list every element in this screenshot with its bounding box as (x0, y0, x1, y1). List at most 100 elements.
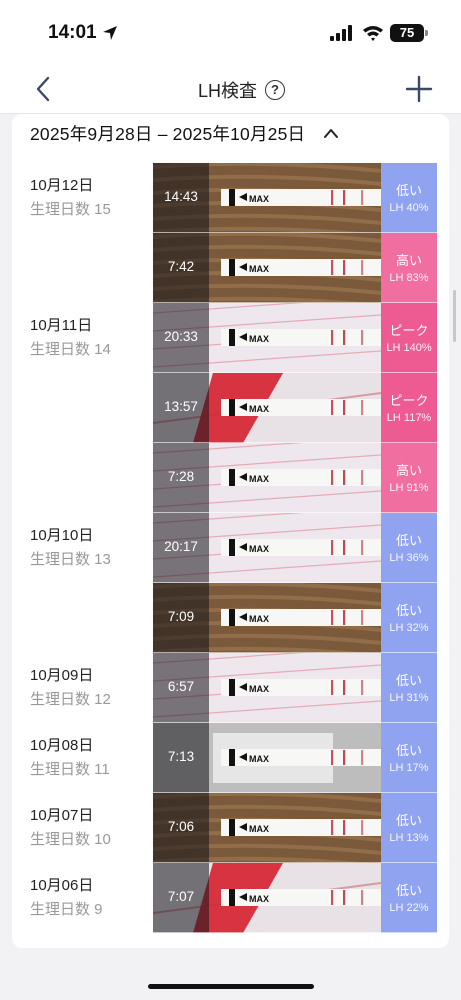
test-time: 14:43 (164, 189, 198, 204)
lh-test-row[interactable]: MAX 7:09 低い LH 32% (153, 583, 437, 653)
lh-test-row[interactable]: MAX 14:43 低い LH 40% (153, 163, 437, 233)
result-lh-percent: LH 83% (389, 272, 429, 284)
test-time: 7:42 (167, 259, 195, 274)
result-lh-percent: LH 91% (389, 482, 429, 494)
time-band: 20:17 (153, 513, 209, 583)
cycle-day: 生理日数 10 (30, 831, 111, 848)
svg-text:MAX: MAX (249, 824, 269, 834)
svg-text:MAX: MAX (249, 754, 269, 764)
time-band: 14:43 (153, 163, 209, 233)
battery-indicator: 75 (390, 24, 424, 42)
result-badge: 低い LH 40% (381, 163, 437, 233)
result-badge: 低い LH 36% (381, 513, 437, 583)
result-badge: 低い LH 13% (381, 793, 437, 863)
cycle-day: 生理日数 11 (30, 761, 110, 778)
battery-nub (425, 30, 428, 36)
test-time: 20:17 (164, 539, 198, 554)
time-band: 7:13 (153, 723, 209, 793)
result-level: ピーク (389, 323, 429, 338)
time-band: 7:06 (153, 793, 209, 863)
result-badge: 低い LH 17% (381, 723, 437, 793)
result-lh-percent: LH 36% (389, 552, 429, 564)
result-lh-percent: LH 22% (389, 902, 429, 914)
day-date: 10月06日 (30, 877, 94, 894)
day-group-label: 10月06日 生理日数 9 (30, 876, 103, 920)
lh-test-row[interactable]: MAX 7:13 低い LH 17% (153, 723, 437, 793)
home-indicator[interactable] (148, 984, 314, 989)
result-level: 低い (395, 533, 422, 548)
svg-text:MAX: MAX (249, 194, 269, 204)
help-icon[interactable]: ? (265, 80, 286, 100)
result-lh-percent: LH 31% (389, 692, 429, 704)
result-level: ピーク (389, 393, 429, 408)
day-date: 10月08日 (30, 737, 94, 754)
nav-bar: LH検査 ? (0, 62, 461, 114)
chevron-up-icon (324, 129, 339, 138)
result-lh-percent: LH 117% (386, 412, 432, 424)
row-divider (153, 932, 437, 933)
test-time: 7:09 (167, 609, 195, 624)
svg-text:MAX: MAX (249, 264, 269, 274)
test-time: 6:57 (167, 679, 195, 694)
svg-text:MAX: MAX (249, 684, 269, 694)
day-date: 10月07日 (30, 807, 94, 824)
time-band: 7:42 (153, 233, 209, 303)
cellular-signal-icon (330, 25, 352, 41)
time-band: 7:07 (153, 863, 209, 933)
lh-test-row[interactable]: MAX 6:57 低い LH 31% (153, 653, 437, 723)
page-title-group: LH検査 ? (198, 77, 286, 103)
result-badge: 低い LH 31% (381, 653, 437, 723)
test-time: 7:07 (167, 889, 195, 904)
svg-text:MAX: MAX (249, 544, 269, 554)
scroll-indicator[interactable] (453, 290, 456, 342)
cycle-day: 生理日数 9 (30, 901, 103, 918)
result-badge: 高い LH 91% (381, 443, 437, 513)
cycle-day: 生理日数 15 (30, 201, 111, 218)
result-level: 低い (395, 603, 422, 618)
cycle-day: 生理日数 12 (30, 691, 111, 708)
day-group-label: 10月08日 生理日数 11 (30, 736, 110, 780)
lh-test-row[interactable]: MAX 7:42 高い LH 83% (153, 233, 437, 303)
lh-test-row[interactable]: MAX 13:57 ピーク LH 117% (153, 373, 437, 443)
lh-test-row[interactable]: MAX 7:28 高い LH 91% (153, 443, 437, 513)
date-range-toggle[interactable]: 2025年9月28日 – 2025年10月25日 (30, 118, 339, 148)
lh-test-row[interactable]: MAX 7:07 低い LH 22% (153, 863, 437, 933)
result-level: 低い (395, 183, 422, 198)
day-date: 10月10日 (30, 527, 94, 544)
back-chevron-icon[interactable] (30, 74, 58, 104)
status-bar: 14:01 75 (0, 0, 461, 62)
time-band: 7:28 (153, 443, 209, 513)
cycle-day: 生理日数 14 (30, 341, 111, 358)
svg-text:MAX: MAX (249, 404, 269, 414)
lh-test-list-card: 2025年9月28日 – 2025年10月25日 10月12日 生理日数 15 10… (12, 114, 449, 948)
time-band: 6:57 (153, 653, 209, 723)
svg-text:MAX: MAX (249, 614, 269, 624)
add-icon[interactable] (404, 74, 434, 104)
day-group-label: 10月09日 生理日数 12 (30, 666, 111, 710)
lh-test-row[interactable]: MAX 20:33 ピーク LH 140% (153, 303, 437, 373)
result-badge: ピーク LH 117% (381, 373, 437, 443)
result-lh-percent: LH 32% (389, 622, 429, 634)
result-level: 低い (395, 743, 422, 758)
test-time: 7:28 (167, 469, 195, 484)
lh-test-row[interactable]: MAX 7:06 低い LH 13% (153, 793, 437, 863)
result-lh-percent: LH 140% (386, 342, 432, 354)
cycle-day: 生理日数 13 (30, 551, 111, 568)
location-arrow-icon (103, 26, 117, 40)
result-lh-percent: LH 17% (389, 762, 429, 774)
day-date: 10月09日 (30, 667, 94, 684)
day-group-label: 10月10日 生理日数 13 (30, 526, 111, 570)
date-range-label: 2025年9月28日 – 2025年10月25日 (30, 123, 306, 144)
day-date: 10月12日 (30, 177, 94, 194)
result-level: 低い (395, 813, 422, 828)
test-time: 13:57 (164, 399, 198, 414)
svg-text:MAX: MAX (249, 474, 269, 484)
test-time: 7:13 (167, 749, 195, 764)
lh-test-row[interactable]: MAX 20:17 低い LH 36% (153, 513, 437, 583)
result-level: 高い (395, 253, 422, 268)
result-level: 高い (395, 463, 422, 478)
test-time: 20:33 (164, 329, 198, 344)
status-time: 14:01 (48, 22, 97, 43)
svg-text:MAX: MAX (249, 894, 269, 904)
wifi-icon (363, 26, 383, 41)
